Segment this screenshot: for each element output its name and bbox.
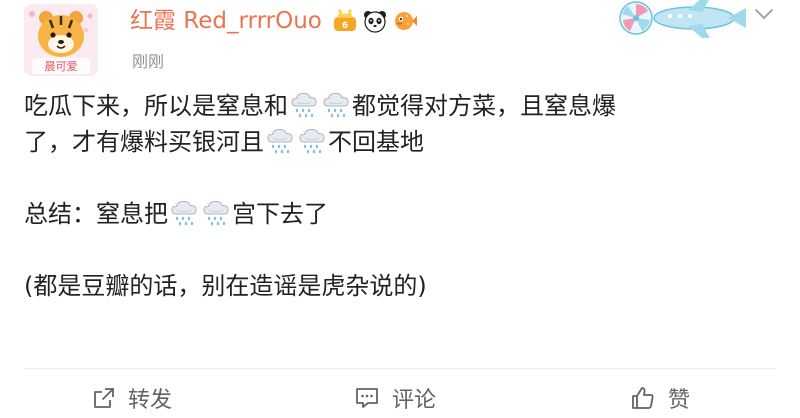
username-row: 红霞 Red_rrrrOuo 6 — [130, 6, 418, 36]
airplane-fan-decoration — [618, 0, 750, 38]
rain-cloud-emoji — [265, 126, 295, 156]
text-segment: 总结：窒息把 — [24, 200, 168, 228]
text-segment: 了，才有爆料买银河且 — [24, 128, 264, 156]
pufferfish-icon[interactable] — [392, 8, 418, 34]
action-bar: 转发 评论 赞 — [0, 378, 800, 418]
chevron-down-icon[interactable] — [752, 4, 776, 24]
text-segment: 都觉得对方菜，且窒息爆 — [352, 92, 616, 120]
divider — [24, 368, 776, 369]
text-segment: 吃瓜下来，所以是窒息和 — [24, 92, 288, 120]
svg-text:6: 6 — [342, 21, 348, 31]
repost-button[interactable]: 转发 — [92, 378, 172, 418]
comment-button[interactable]: 评论 — [354, 378, 436, 418]
rain-cloud-emoji — [201, 198, 231, 228]
badge-group: 6 — [332, 8, 418, 34]
crown-badge-icon[interactable]: 6 — [332, 8, 358, 34]
post-note: (都是豆瓣的话，别在造谣是虎杂说的) — [24, 272, 427, 300]
rain-cloud-emoji — [289, 90, 319, 120]
panda-icon[interactable] — [362, 8, 388, 34]
rain-cloud-emoji — [321, 90, 351, 120]
post-paragraph-1: 吃瓜下来，所以是窒息和 都觉得对方菜，且窒息爆 了，才有爆料买银河且 不回基地 — [24, 88, 784, 160]
comment-icon — [356, 388, 378, 408]
comment-label: 评论 — [392, 388, 437, 413]
repost-label: 转发 — [128, 388, 173, 413]
like-label: 赞 — [668, 388, 691, 413]
avatar[interactable]: 晨可爱 — [24, 4, 98, 76]
rain-cloud-emoji — [297, 126, 327, 156]
repost-icon — [94, 388, 114, 408]
avatar-caption: 晨可爱 — [45, 60, 78, 73]
username[interactable]: 红霞 Red_rrrrOuo — [130, 6, 322, 36]
post-summary: 总结：窒息把 宫下去了 — [24, 196, 784, 232]
text-segment: 宫下去了 — [232, 200, 328, 228]
rain-cloud-emoji — [169, 198, 199, 228]
text-segment: 不回基地 — [328, 128, 424, 156]
post-timestamp: 刚刚 — [132, 52, 165, 71]
post-content: 吃瓜下来，所以是窒息和 都觉得对方菜，且窒息爆 了，才有爆料买银河且 不回基地 总结… — [24, 88, 784, 304]
like-button[interactable]: 赞 — [630, 378, 690, 418]
thumbs-up-icon — [632, 387, 654, 409]
